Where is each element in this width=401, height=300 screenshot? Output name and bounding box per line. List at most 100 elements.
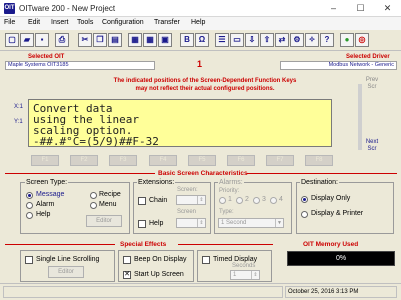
message-label[interactable]: Message bbox=[36, 191, 64, 198]
alarm-radio[interactable] bbox=[26, 202, 33, 209]
title-bar: OIT OITware 200 - New Project – ☐ ✕ bbox=[0, 0, 401, 17]
green-dot-icon[interactable]: ● bbox=[340, 33, 354, 47]
menu-help[interactable]: Help bbox=[191, 19, 205, 26]
help-radio[interactable] bbox=[26, 212, 33, 219]
bold-icon[interactable]: B bbox=[180, 33, 194, 47]
extensions-title: Extensions: bbox=[137, 179, 176, 186]
chain-screen-spinner[interactable]: ⇕ bbox=[176, 195, 206, 205]
menu-transfer[interactable]: Transfer bbox=[154, 19, 180, 26]
transfer-icon[interactable]: ⇄ bbox=[275, 33, 289, 47]
display-printer-radio[interactable] bbox=[301, 211, 308, 218]
menu-insert[interactable]: Insert bbox=[51, 19, 69, 26]
screen-display-editor[interactable]: Convert data using the linear scaling op… bbox=[28, 99, 332, 147]
single-line-scrolling-label[interactable]: Single Line Scrolling bbox=[36, 256, 99, 263]
timed-display-label[interactable]: Timed Display bbox=[213, 256, 257, 263]
priority-2-label: 2 bbox=[245, 196, 249, 203]
download-icon[interactable]: ⇩ bbox=[245, 33, 259, 47]
omega-icon[interactable]: Ω bbox=[195, 33, 209, 47]
priority-4-radio[interactable] bbox=[270, 197, 277, 204]
start-up-screen-checkbox[interactable]: ✕ bbox=[123, 271, 131, 279]
alarm-type-select[interactable]: 1 Second ▼ bbox=[218, 218, 284, 228]
spinner-arrows-icon[interactable]: ⇕ bbox=[197, 196, 205, 204]
function-key-f6[interactable]: F6 bbox=[227, 155, 255, 166]
single-line-scrolling-checkbox[interactable] bbox=[25, 256, 33, 264]
help-checkbox[interactable] bbox=[138, 220, 146, 228]
priority-label: Priority: bbox=[219, 188, 240, 194]
special-separator-left bbox=[5, 244, 115, 245]
settings-icon[interactable]: ⚙ bbox=[290, 33, 304, 47]
new-file-icon[interactable]: ▢ bbox=[5, 33, 19, 47]
beep-on-display-label[interactable]: Beep On Display bbox=[134, 256, 187, 263]
display-printer-label[interactable]: Display & Printer bbox=[311, 210, 363, 217]
seconds-value: 1 bbox=[233, 272, 237, 278]
function-key-f7[interactable]: F7 bbox=[266, 155, 294, 166]
target-icon[interactable]: ◎ bbox=[355, 33, 369, 47]
minimize-button[interactable]: – bbox=[320, 0, 347, 16]
close-button[interactable]: ✕ bbox=[374, 0, 401, 16]
copy-icon[interactable]: ❐ bbox=[93, 33, 107, 47]
compass-icon[interactable]: ✧ bbox=[305, 33, 319, 47]
menu-radio[interactable] bbox=[90, 202, 97, 209]
maximize-button[interactable]: ☐ bbox=[347, 0, 374, 16]
alarm-type-value: 1 Second bbox=[221, 220, 247, 226]
beep-on-display-checkbox[interactable] bbox=[123, 256, 131, 264]
destination-group bbox=[296, 182, 394, 234]
selected-driver-value: Modbus Network - Generic bbox=[280, 61, 397, 70]
next-screen-button[interactable]: Next Scr bbox=[364, 139, 380, 153]
insert-after-icon[interactable]: ▦ bbox=[143, 33, 157, 47]
seconds-spinner[interactable]: 1 ⇕ bbox=[230, 270, 260, 280]
menu-file[interactable]: File bbox=[4, 19, 15, 26]
priority-1-radio[interactable] bbox=[219, 197, 226, 204]
start-up-screen-label[interactable]: Start Up Screen bbox=[134, 271, 184, 278]
delete-icon[interactable]: ▣ bbox=[158, 33, 172, 47]
display-only-radio[interactable] bbox=[301, 196, 308, 203]
timed-display-checkbox[interactable] bbox=[202, 256, 210, 264]
priority-3-radio[interactable] bbox=[253, 197, 260, 204]
save-icon[interactable]: ▪ bbox=[35, 33, 49, 47]
basic-separator-right bbox=[247, 173, 397, 174]
message-radio[interactable] bbox=[26, 192, 33, 199]
help-label[interactable]: Help bbox=[36, 211, 50, 218]
chain-label[interactable]: Chain bbox=[149, 197, 167, 204]
chevron-down-icon[interactable]: ▼ bbox=[275, 219, 283, 227]
insert-before-icon[interactable]: ▦ bbox=[128, 33, 142, 47]
help-screen-label: Screen bbox=[177, 209, 197, 215]
alarm-label[interactable]: Alarm bbox=[36, 201, 54, 208]
prev-screen-button[interactable]: Prev Scr bbox=[364, 77, 380, 91]
paste-icon[interactable]: ▤ bbox=[108, 33, 122, 47]
list-icon[interactable]: ☰ bbox=[215, 33, 229, 47]
screen-scrollbar[interactable] bbox=[358, 84, 362, 150]
function-key-f1[interactable]: F1 bbox=[31, 155, 59, 166]
status-time: 3:13 PM bbox=[336, 289, 359, 295]
scrolling-editor-button[interactable]: Editor bbox=[48, 266, 84, 278]
menu-edit[interactable]: Edit bbox=[28, 19, 40, 26]
help-ext-label[interactable]: Help bbox=[149, 220, 163, 227]
chain-screen-label: Screen: bbox=[177, 187, 198, 193]
function-key-f5[interactable]: F5 bbox=[188, 155, 216, 166]
help-screen-spinner[interactable]: ⇕ bbox=[176, 218, 206, 228]
chain-checkbox[interactable] bbox=[138, 197, 146, 205]
recipe-label[interactable]: Recipe bbox=[99, 191, 121, 198]
screen-type-editor-button[interactable]: Editor bbox=[86, 215, 122, 227]
function-key-f2[interactable]: F2 bbox=[70, 155, 98, 166]
upload-icon[interactable]: ⇧ bbox=[260, 33, 274, 47]
open-folder-icon[interactable]: ▰ bbox=[20, 33, 34, 47]
y-position-label: Y:1 bbox=[14, 119, 23, 125]
menu-configuration[interactable]: Configuration bbox=[102, 19, 144, 26]
selected-oit-value: Maple Systems OIT3185 bbox=[5, 61, 155, 70]
recipe-radio[interactable] bbox=[90, 192, 97, 199]
cut-icon[interactable]: ✂ bbox=[78, 33, 92, 47]
priority-2-radio[interactable] bbox=[236, 197, 243, 204]
display-line-4[interactable]: -##.#°C=(5/9)##F-32 bbox=[33, 136, 159, 147]
help-book-icon[interactable]: ? bbox=[320, 33, 334, 47]
monitor-icon[interactable]: ▭ bbox=[230, 33, 244, 47]
function-key-f3[interactable]: F3 bbox=[109, 155, 137, 166]
menu-tools[interactable]: Tools bbox=[77, 19, 93, 26]
spinner-arrows-icon[interactable]: ⇕ bbox=[251, 271, 259, 279]
display-only-label[interactable]: Display Only bbox=[311, 195, 350, 202]
function-key-f8[interactable]: F8 bbox=[305, 155, 333, 166]
function-key-f4[interactable]: F4 bbox=[149, 155, 177, 166]
print-icon[interactable]: ⎙ bbox=[55, 33, 69, 47]
menu-label[interactable]: Menu bbox=[99, 201, 117, 208]
spinner-arrows-icon[interactable]: ⇕ bbox=[197, 219, 205, 227]
